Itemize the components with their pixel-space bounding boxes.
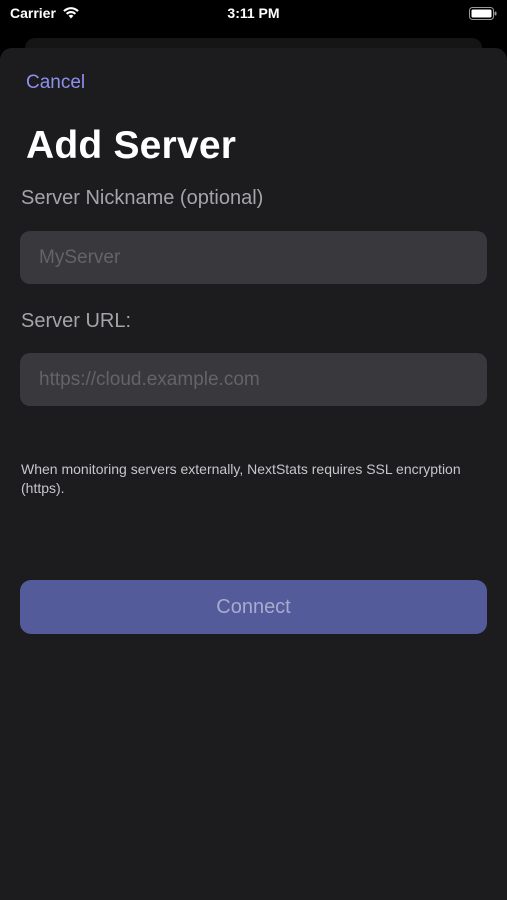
server-nickname-label: Server Nickname (optional) bbox=[21, 187, 264, 209]
status-time: 3:11 PM bbox=[227, 5, 280, 21]
page-title: Add Server bbox=[26, 124, 237, 167]
connect-button[interactable]: Connect bbox=[20, 580, 487, 634]
cancel-button[interactable]: Cancel bbox=[26, 72, 85, 94]
server-url-label: Server URL: bbox=[21, 310, 132, 332]
server-url-input[interactable] bbox=[20, 353, 487, 406]
status-bar: Carrier 3:11 PM bbox=[0, 0, 507, 30]
battery-icon bbox=[469, 7, 497, 20]
server-nickname-input[interactable] bbox=[20, 231, 487, 284]
ssl-note: When monitoring servers externally, Next… bbox=[21, 461, 461, 496]
